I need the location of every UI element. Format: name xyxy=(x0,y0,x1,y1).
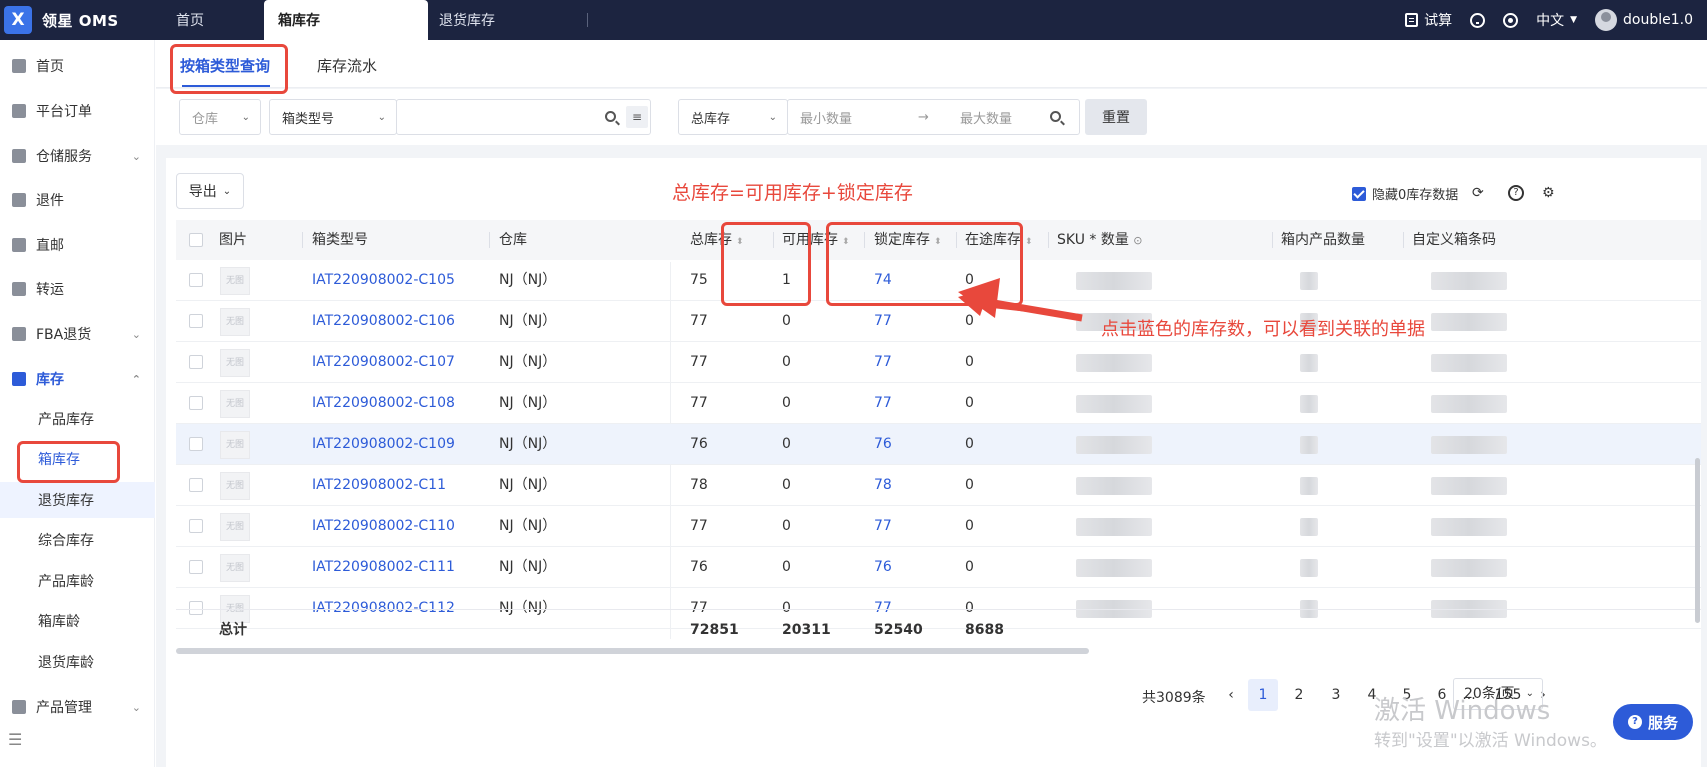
windows-activation-subtitle: 转到"设置"以激活 Windows。 xyxy=(1374,731,1607,751)
help-icon: ? xyxy=(1627,715,1642,729)
annotation-arrow xyxy=(958,278,1083,322)
service-label: 服务 xyxy=(1647,713,1678,732)
service-button[interactable]: ? 服务 xyxy=(1613,704,1693,740)
windows-activation-title: 激活 Windows xyxy=(1374,696,1551,726)
click-annotation: 点击蓝色的库存数，可以看到关联的单据 xyxy=(1101,319,1425,340)
